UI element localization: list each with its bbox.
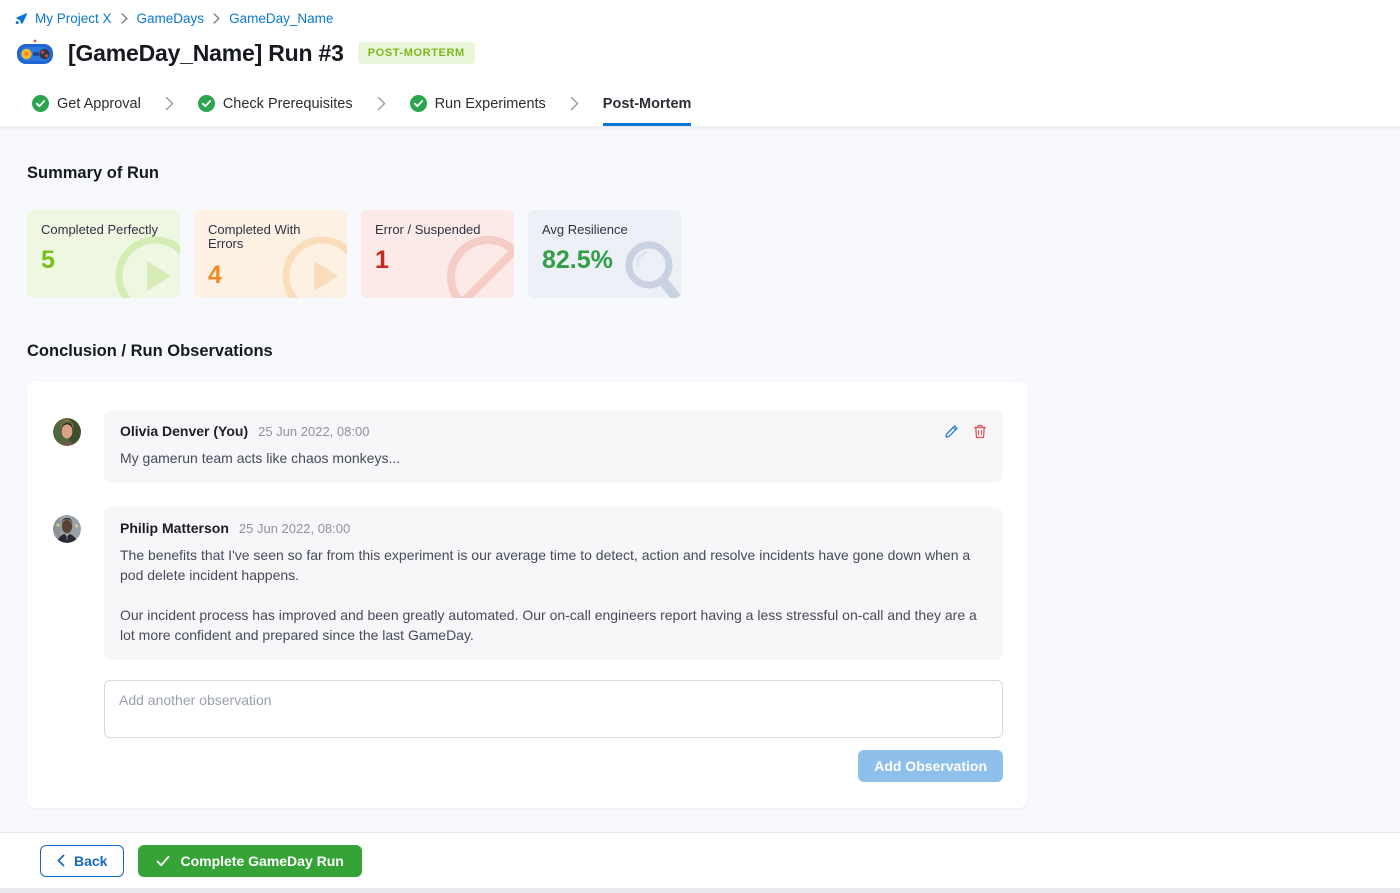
check-circle-icon xyxy=(198,95,215,112)
stat-card-completed-perfectly: Completed Perfectly 5 xyxy=(27,210,180,298)
stat-value: 5 xyxy=(41,246,166,275)
breadcrumb: My Project X GameDays GameDay_Name xyxy=(0,0,1400,26)
edit-comment-button[interactable] xyxy=(944,424,959,439)
stat-label: Completed With Errors xyxy=(208,223,333,252)
chevron-right-icon xyxy=(377,81,386,126)
breadcrumb-link-project[interactable]: My Project X xyxy=(35,11,112,26)
complete-gameday-run-button[interactable]: Complete GameDay Run xyxy=(138,845,361,877)
delete-comment-button[interactable] xyxy=(973,424,987,439)
comment-row: Philip Matterson 25 Jun 2022, 08:00 The … xyxy=(53,507,1003,660)
comment-author: Olivia Denver (You) xyxy=(120,423,248,439)
page-header: My Project X GameDays GameDay_Name [Game… xyxy=(0,0,1400,81)
chevron-right-icon xyxy=(165,81,174,126)
comment-text: My gamerun team acts like chaos monkeys.… xyxy=(120,448,987,468)
stat-card-avg-resilience: Avg Resilience 82.5% xyxy=(528,210,681,298)
observations-panel: Olivia Denver (You) 25 Jun 2022, 08:00 M… xyxy=(27,382,1027,808)
chevron-right-icon xyxy=(121,13,128,24)
stat-label: Completed Perfectly xyxy=(41,223,166,237)
step-check-prerequisites[interactable]: Check Prerequisites xyxy=(198,81,353,126)
page-title: [GameDay_Name] Run #3 xyxy=(68,40,344,67)
stat-value: 4 xyxy=(208,261,333,290)
run-stepper: Get Approval Check Prerequisites Run Exp… xyxy=(0,81,1400,127)
trash-icon xyxy=(973,424,987,439)
observations-heading: Conclusion / Run Observations xyxy=(27,342,1400,361)
stat-label: Error / Suspended xyxy=(375,223,500,237)
stat-value: 82.5% xyxy=(542,246,667,275)
stat-label: Avg Resilience xyxy=(542,223,667,237)
step-run-experiments[interactable]: Run Experiments xyxy=(410,81,546,126)
step-label: Post-Mortem xyxy=(603,96,692,112)
status-badge: POST-MORTERM xyxy=(358,42,475,64)
step-label: Get Approval xyxy=(57,96,141,112)
add-observation-button[interactable]: Add Observation xyxy=(858,750,1003,782)
avatar-olivia xyxy=(53,418,81,446)
chevron-right-icon xyxy=(213,13,220,24)
observation-input[interactable] xyxy=(104,680,1003,738)
summary-heading: Summary of Run xyxy=(27,164,1400,183)
comment-text: The benefits that I've seen so far from … xyxy=(120,545,987,645)
title-row: [GameDay_Name] Run #3 POST-MORTERM xyxy=(0,26,1400,81)
check-circle-icon xyxy=(32,95,49,112)
gamepad-icon xyxy=(16,39,54,67)
project-icon xyxy=(14,11,29,26)
chevron-left-icon xyxy=(57,854,65,867)
step-label: Run Experiments xyxy=(435,96,546,112)
footer-bar: Back Complete GameDay Run xyxy=(0,832,1400,888)
comment-bubble: Philip Matterson 25 Jun 2022, 08:00 The … xyxy=(104,507,1003,660)
comment-row: Olivia Denver (You) 25 Jun 2022, 08:00 M… xyxy=(53,410,1003,483)
step-get-approval[interactable]: Get Approval xyxy=(32,81,141,126)
back-button[interactable]: Back xyxy=(40,845,124,877)
summary-cards: Completed Perfectly 5 Completed With Err… xyxy=(27,210,1400,298)
stat-card-error-suspended: Error / Suspended 1 xyxy=(361,210,514,298)
add-observation-area: Add Observation xyxy=(104,680,1003,782)
breadcrumb-link-gameday-name[interactable]: GameDay_Name xyxy=(229,11,333,26)
pencil-icon xyxy=(944,424,959,439)
check-icon xyxy=(156,855,170,867)
check-circle-icon xyxy=(410,95,427,112)
chevron-right-icon xyxy=(570,81,579,126)
stat-card-completed-with-errors: Completed With Errors 4 xyxy=(194,210,347,298)
avatar-philip xyxy=(53,515,81,543)
stat-value: 1 xyxy=(375,246,500,275)
breadcrumb-link-gamedays[interactable]: GameDays xyxy=(137,11,205,26)
comment-timestamp: 25 Jun 2022, 08:00 xyxy=(258,424,369,439)
comment-timestamp: 25 Jun 2022, 08:00 xyxy=(239,521,350,536)
step-label: Check Prerequisites xyxy=(223,96,353,112)
main-content: Summary of Run Completed Perfectly 5 Com… xyxy=(0,127,1400,832)
comment-bubble: Olivia Denver (You) 25 Jun 2022, 08:00 M… xyxy=(104,410,1003,483)
bottom-strip xyxy=(0,888,1400,893)
step-post-mortem[interactable]: Post-Mortem xyxy=(603,81,692,126)
comment-author: Philip Matterson xyxy=(120,520,229,536)
